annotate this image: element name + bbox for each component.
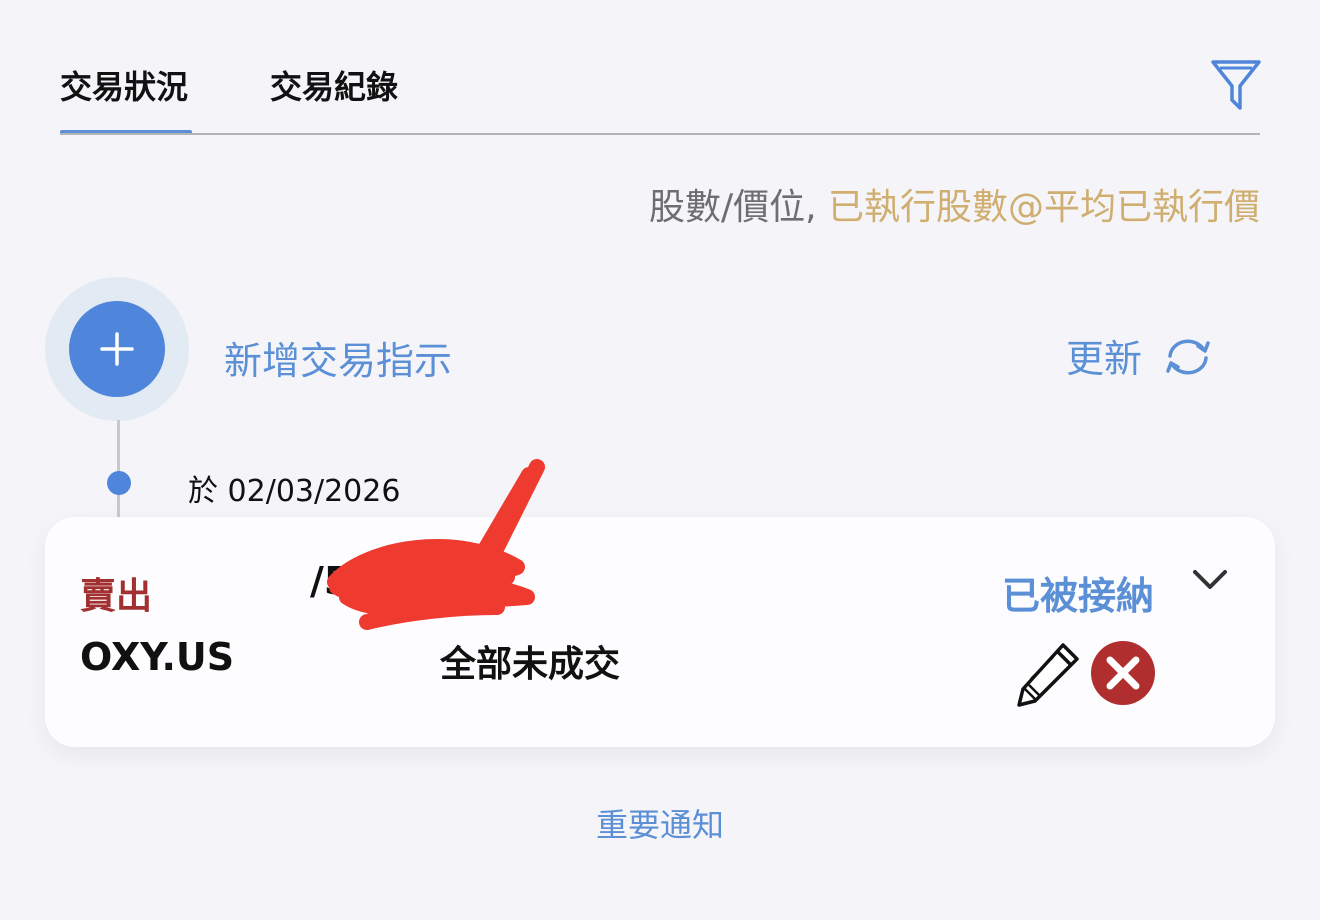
timeline-line [117, 420, 120, 520]
tab-trade-history[interactable]: 交易紀錄 [270, 62, 398, 108]
order-side: 賣出 [80, 576, 153, 617]
redaction-scribble [327, 459, 545, 630]
tab-trade-status[interactable]: 交易狀況 [60, 62, 188, 108]
add-order-label[interactable]: 新增交易指示 [224, 330, 452, 385]
tabs-divider [60, 133, 1260, 135]
legend-qty-price: 股數/價位, [648, 187, 828, 228]
filter-icon[interactable] [1210, 58, 1262, 112]
column-legend: 股數/價位, 已執行股數@平均已執行價 [649, 178, 1260, 230]
order-fill-status: 全部未成交 [440, 644, 621, 685]
plus-icon [100, 332, 134, 366]
tab-bar: 交易狀況 交易紀錄 [60, 0, 1260, 136]
cancel-icon[interactable] [1089, 639, 1157, 707]
legend-executed: 已執行股數@平均已執行價 [827, 187, 1260, 228]
important-notice-link[interactable]: 重要通知 [0, 800, 1320, 846]
trade-status-page: 交易狀況 交易紀錄 股數/價位, 已執行股數@平均已執行價 新增交易指示 更新 … [0, 0, 1320, 920]
order-card[interactable]: 賣出 OXY.US /58.0000 全部未成交 已被接納 [45, 459, 1275, 747]
chevron-down-icon[interactable] [1190, 565, 1230, 595]
add-order-button[interactable] [69, 301, 165, 397]
refresh-icon [1166, 338, 1210, 375]
order-state: 已被接納 [1002, 574, 1155, 618]
refresh-button[interactable]: 更新 [1066, 328, 1214, 383]
timeline-dot [107, 471, 131, 495]
order-symbol: OXY.US [80, 635, 235, 679]
refresh-label: 更新 [1066, 337, 1143, 381]
pencil-icon[interactable] [1013, 639, 1083, 709]
